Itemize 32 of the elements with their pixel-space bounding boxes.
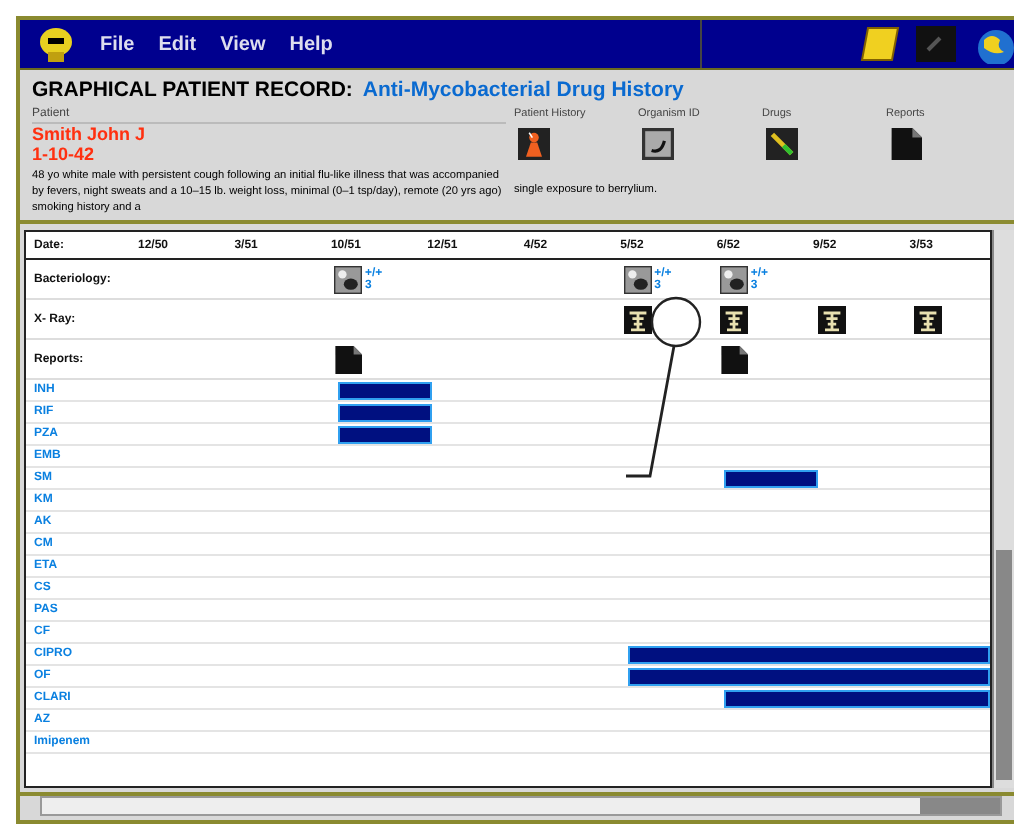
drug-bar[interactable]	[338, 381, 432, 399]
drug-bar[interactable]	[338, 425, 432, 443]
document-icon[interactable]	[334, 343, 363, 375]
dish-icon[interactable]	[720, 263, 749, 295]
dish-icon[interactable]	[334, 263, 363, 295]
menu-item[interactable]: File	[100, 33, 135, 55]
note-icon[interactable]	[858, 24, 902, 64]
skeleton-icon[interactable]	[817, 303, 846, 335]
skeleton-icon[interactable]	[720, 303, 749, 335]
drug-bar[interactable]	[628, 645, 990, 663]
menu-item[interactable]: View	[220, 33, 266, 55]
drug-bar[interactable]	[628, 667, 990, 685]
drug-bar[interactable]	[338, 403, 432, 421]
drug-bar[interactable]	[724, 469, 818, 487]
menu-item[interactable]: Help	[289, 33, 333, 55]
skeleton-icon[interactable]	[624, 303, 653, 335]
document-icon[interactable]	[720, 343, 749, 375]
patient-birthdate: 1-10-42	[32, 144, 97, 164]
skeleton-icon[interactable]	[913, 303, 942, 335]
document-icon[interactable]	[890, 126, 922, 162]
syringe-icon[interactable]	[766, 126, 798, 162]
page-subtitle: Anti-Mycobacterial Drug History	[362, 78, 684, 102]
menu-item[interactable]: Edit	[158, 33, 197, 55]
page-title: GRAPHICAL PATIENT RECORD:	[32, 78, 353, 102]
vertical-scrollbar[interactable]	[992, 230, 1014, 788]
patient-name: Smith John J	[32, 124, 148, 144]
dish-icon[interactable]	[642, 126, 674, 162]
horizontal-scrollbar[interactable]	[40, 796, 1002, 816]
tile-icon[interactable]	[914, 24, 958, 64]
drug-bar[interactable]	[724, 689, 990, 707]
figure-icon[interactable]	[518, 126, 550, 162]
dish-icon[interactable]	[624, 263, 653, 295]
